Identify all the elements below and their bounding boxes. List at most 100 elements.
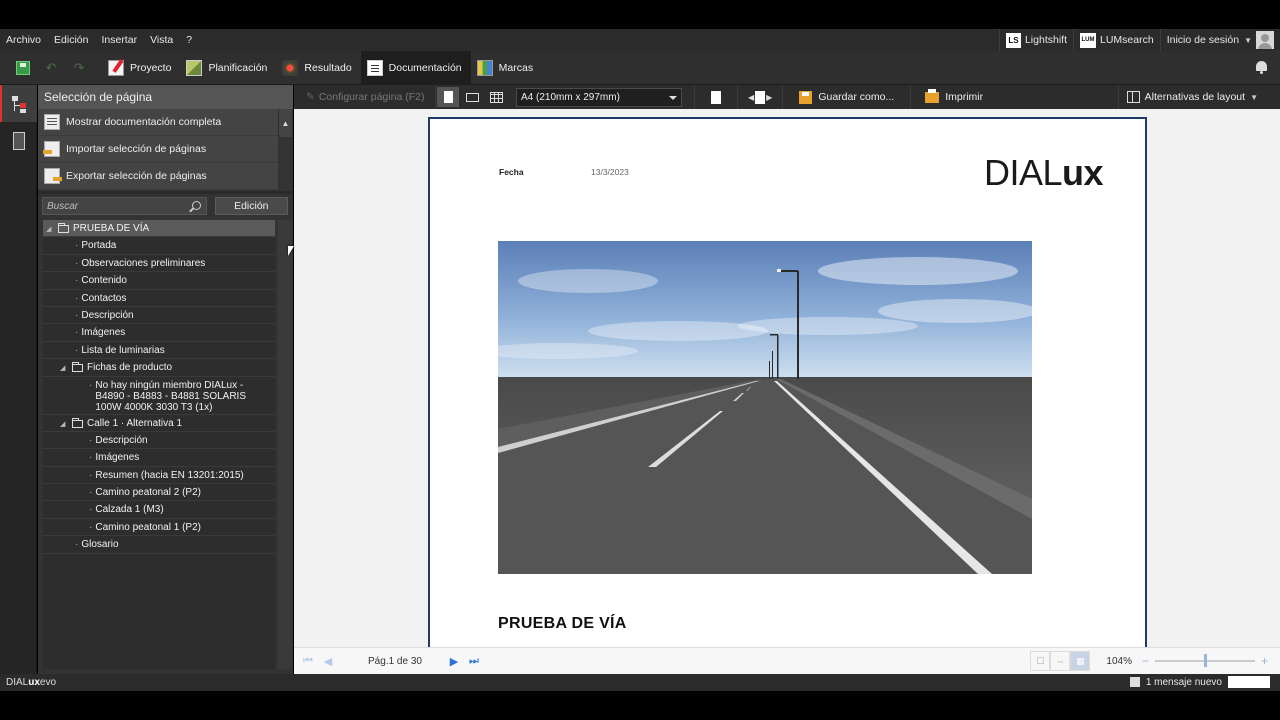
presentation-view-button[interactable]: [461, 87, 483, 107]
new-page-button[interactable]: [694, 85, 738, 109]
page-tree-view-button[interactable]: [0, 85, 37, 122]
undo-button[interactable]: ↶: [40, 51, 62, 85]
show-full-documentation-button[interactable]: Mostrar documentación completa: [38, 109, 278, 136]
tree-item-label: Portada: [81, 240, 117, 252]
documentation-icon: [366, 59, 383, 76]
print-button[interactable]: Imprimir: [911, 85, 997, 109]
export-page-selection-label: Exportar selección de páginas: [66, 170, 207, 182]
tab-marcas[interactable]: Marcas: [471, 51, 542, 85]
menubar: Archivo Edición Insertar Vista ? LS Ligh…: [0, 29, 1280, 51]
expand-icon[interactable]: ◢: [60, 364, 70, 372]
tree-folder-street[interactable]: ◢ Calle 1 · Alternativa 1: [43, 415, 275, 432]
single-page-view-button[interactable]: [437, 87, 459, 107]
menu-archivo[interactable]: Archivo: [0, 34, 48, 46]
undo-icon: ↶: [45, 59, 57, 75]
layout-alternatives-label: Alternativas de layout: [1144, 91, 1246, 103]
tree-item[interactable]: · No hay ningún miembro DIALux - B4890 - …: [43, 377, 275, 415]
grid-view-button[interactable]: [485, 87, 507, 107]
page-grid-view-button[interactable]: [0, 122, 37, 159]
save-as-button[interactable]: Guardar como...: [783, 85, 912, 109]
configure-page-button[interactable]: ✎ Configurar página (F2): [294, 85, 436, 109]
save-button[interactable]: [12, 51, 34, 85]
import-icon: [43, 141, 60, 157]
tree-icon: [11, 95, 29, 113]
document-icon: [44, 114, 60, 130]
show-full-documentation-label: Mostrar documentación completa: [66, 116, 222, 128]
bell-icon[interactable]: [1255, 60, 1268, 74]
tab-marcas-label: Marcas: [498, 61, 534, 74]
menu-vista[interactable]: Vista: [144, 34, 180, 46]
message-label[interactable]: 1 mensaje nuevo: [1146, 677, 1222, 688]
tree-item[interactable]: · Portada: [43, 237, 275, 255]
chevron-down-icon: [669, 95, 677, 100]
page-nav-button[interactable]: ◀ ▶: [738, 85, 784, 109]
edit-button[interactable]: Edición: [214, 197, 288, 215]
zoom-slider[interactable]: [1154, 654, 1255, 667]
document-viewer[interactable]: Fecha 13/3/2023 DIALux PRUEBA DE VÍA: [294, 109, 1280, 647]
zoom-out-button[interactable]: −: [1142, 654, 1149, 668]
zoom-in-button[interactable]: +: [1261, 654, 1268, 668]
menu-insertar[interactable]: Insertar: [95, 34, 144, 46]
tab-planificacion[interactable]: Planificación: [180, 51, 276, 85]
tree-item[interactable]: · Contenido: [43, 272, 275, 290]
status-bar: DIALuxevo 1 mensaje nuevo: [0, 674, 1280, 691]
menu-edicion[interactable]: Edición: [48, 34, 95, 46]
page-icon: ☐: [1036, 655, 1045, 666]
tab-proyecto[interactable]: Proyecto: [102, 51, 180, 85]
expand-icon[interactable]: ◢: [60, 420, 70, 428]
save-icon: [16, 60, 30, 75]
tree-item[interactable]: · Camino peatonal 2 (P2): [43, 484, 275, 502]
status-right: 1 mensaje nuevo: [1129, 676, 1270, 688]
result-icon: [282, 59, 299, 76]
layout-alternatives-button[interactable]: Alternativas de layout ▼: [1117, 85, 1266, 109]
last-page-button[interactable]: ⏭: [464, 655, 484, 668]
tree-item[interactable]: · Glosario: [43, 536, 275, 554]
import-page-selection-button[interactable]: Importar selección de páginas: [38, 136, 278, 163]
tree-item[interactable]: · Lista de luminarias: [43, 342, 275, 360]
tree-item[interactable]: · Contactos: [43, 290, 275, 307]
tree-item[interactable]: · Descripción: [43, 307, 275, 325]
tree-item[interactable]: · Descripción: [43, 432, 275, 450]
grid-icon: [489, 91, 503, 103]
lumsearch-button[interactable]: LUM LUMsearch: [1073, 29, 1160, 51]
previous-page-button[interactable]: ◀: [318, 655, 338, 668]
avatar: [1256, 31, 1274, 49]
next-page-button[interactable]: ▶: [444, 655, 464, 668]
expand-icon[interactable]: ◢: [46, 225, 56, 233]
fit-width-button[interactable]: ⇔: [1050, 651, 1071, 671]
tree-item[interactable]: · Observaciones preliminares: [43, 255, 275, 273]
document-toolbar: ✎ Configurar página (F2) A4 (210mm x 297…: [294, 85, 1280, 109]
tree-item-label: Calzada 1 (M3): [95, 504, 164, 516]
single-page-fit-button[interactable]: ☐: [1030, 651, 1051, 671]
tree-item[interactable]: · Camino peatonal 1 (P2): [43, 519, 275, 537]
actions-scroll-up[interactable]: ▲: [278, 109, 292, 137]
login-button[interactable]: Inicio de sesión ▼: [1159, 29, 1280, 51]
paper-size-select[interactable]: A4 (210mm x 297mm): [516, 87, 682, 107]
tree-item[interactable]: · Imágenes: [43, 324, 275, 342]
tree-folder-label: Fichas de producto: [87, 362, 173, 374]
tab-resultado[interactable]: Resultado: [276, 51, 360, 85]
export-page-selection-button[interactable]: Exportar selección de páginas: [38, 163, 278, 190]
tree-root[interactable]: ◢ PRUEBA DE VÍA: [43, 220, 275, 238]
search-input[interactable]: [43, 198, 183, 214]
tree-item[interactable]: · Calzada 1 (M3): [43, 501, 275, 519]
page-grid-icon: [12, 131, 25, 150]
tab-documentacion[interactable]: Documentación: [360, 50, 471, 85]
page-heading: PRUEBA DE VÍA: [498, 615, 627, 632]
menu-help[interactable]: ?: [180, 34, 199, 46]
zoom-controls: ☐ ⇔ ▦ 104% − +: [1030, 651, 1268, 671]
search-icon[interactable]: [191, 201, 201, 210]
lightshift-button[interactable]: LS Lightshift: [998, 29, 1073, 51]
page-icon: [755, 90, 766, 104]
tree-folder-product[interactable]: ◢ Fichas de producto: [43, 359, 275, 377]
configure-page-icon: ✎: [306, 91, 315, 103]
first-page-button[interactable]: ⏮: [298, 655, 318, 668]
zoom-slider-thumb[interactable]: [1203, 654, 1207, 667]
tree-item[interactable]: · Resumen (hacia EN 13201:2015): [43, 467, 275, 485]
print-label: Imprimir: [945, 91, 984, 103]
tree-scrollbar[interactable]: [278, 220, 292, 669]
folder-icon: [58, 223, 69, 233]
redo-button[interactable]: ↷: [68, 51, 90, 85]
multi-page-button[interactable]: ▦: [1070, 651, 1091, 671]
tree-item[interactable]: · Imágenes: [43, 449, 275, 467]
